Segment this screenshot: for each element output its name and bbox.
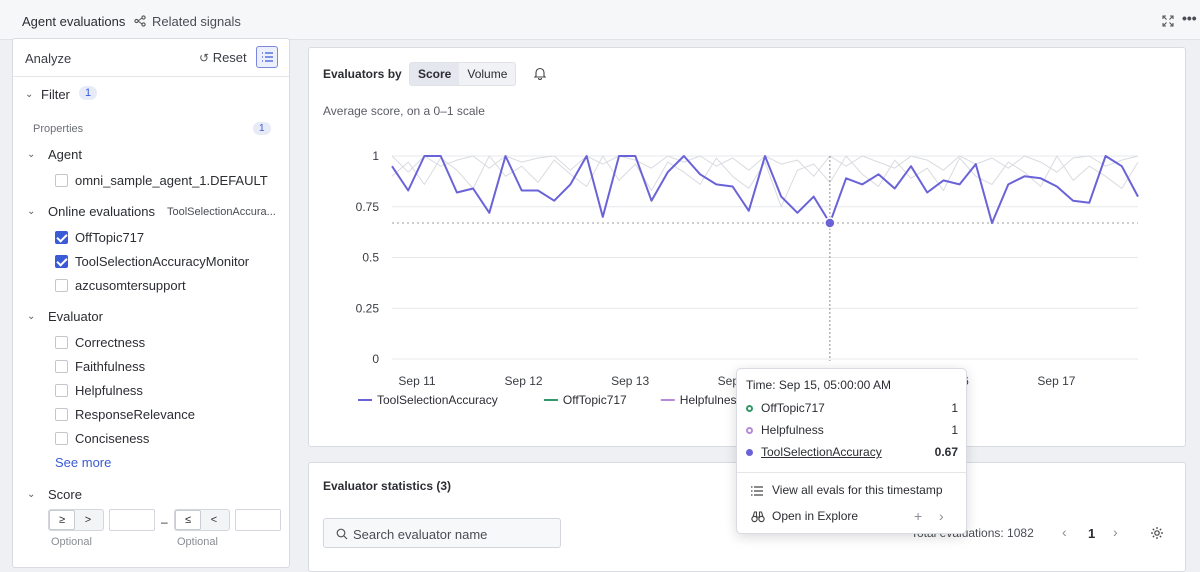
binoculars-icon — [751, 511, 765, 523]
page-number[interactable]: 1 — [1088, 526, 1095, 541]
open-in-explore-label: Open in Explore — [772, 509, 859, 523]
tooltip-series-name: OffTopic717 — [761, 401, 825, 415]
reset-icon: ↺ — [199, 51, 210, 65]
score-toggle[interactable]: Score — [410, 63, 460, 85]
agent-option-label[interactable]: omni_sample_agent_1.DEFAULT — [75, 173, 268, 188]
tab-agent-evaluations[interactable]: Agent evaluations — [22, 14, 125, 29]
tooltip-row: Helpfulness 1 — [746, 423, 958, 441]
properties-label: Properties — [33, 123, 84, 135]
max-operator-toggle[interactable]: ≤ < — [174, 509, 230, 531]
online-evaluations-summary: ToolSelectionAccura... — [167, 206, 276, 218]
prev-page-button[interactable]: ‹ — [1062, 524, 1067, 540]
chevron-down-icon[interactable]: ⌄ — [27, 206, 35, 217]
online-evaluations-label[interactable]: Online evaluations — [48, 204, 155, 219]
tooltip-divider — [737, 472, 966, 473]
list-icon — [262, 52, 273, 62]
stats-title: Evaluator statistics (3) — [323, 479, 452, 493]
open-in-explore-action[interactable]: Open in Explore + › — [751, 508, 961, 527]
online-eval-option-label[interactable]: azcusomtersupport — [75, 278, 186, 293]
evaluator-checkbox[interactable] — [55, 408, 68, 421]
top-bar: Agent evaluations Related signals ••• — [0, 0, 1200, 40]
min-op-gt[interactable]: > — [75, 510, 101, 530]
offtopic-checkbox[interactable] — [55, 231, 68, 244]
tab-related-signals[interactable]: Related signals — [152, 14, 241, 29]
next-page-button[interactable]: › — [1113, 524, 1118, 540]
agent-option-checkbox[interactable] — [55, 174, 68, 187]
min-optional-hint: Optional — [51, 536, 92, 548]
reset-label: Reset — [212, 50, 247, 65]
evaluator-checkbox[interactable] — [55, 432, 68, 445]
see-more-link[interactable]: See more — [55, 455, 111, 470]
tooltip-series-value: 1 — [951, 423, 958, 437]
toolselection-checkbox[interactable] — [55, 255, 68, 268]
expand-icon[interactable] — [1162, 15, 1174, 27]
more-options-icon[interactable]: ••• — [1182, 11, 1197, 25]
max-op-lte[interactable]: ≤ — [175, 510, 201, 530]
filter-label[interactable]: Filter — [41, 87, 70, 102]
evaluator-checkbox[interactable] — [55, 384, 68, 397]
score-volume-toggle[interactable]: Score Volume — [409, 62, 517, 86]
chevron-right-icon[interactable]: › — [939, 508, 944, 524]
chevron-down-icon[interactable]: ⌄ — [27, 489, 35, 500]
evaluator-checkbox[interactable] — [55, 360, 68, 373]
evaluator-option-label[interactable]: ResponseRelevance — [75, 407, 195, 422]
chart-panel-title: Evaluators by — [323, 67, 402, 81]
tooltip-series-value: 0.67 — [934, 445, 958, 459]
max-op-lt[interactable]: < — [201, 510, 227, 530]
series-dot-icon — [746, 405, 753, 412]
min-operator-toggle[interactable]: ≥ > — [48, 509, 104, 531]
tooltip-row: ToolSelectionAccuracy 0.67 — [746, 445, 958, 463]
chevron-down-icon[interactable]: ⌄ — [27, 149, 35, 160]
chart-subtitle: Average score, on a 0–1 scale — [323, 104, 485, 118]
online-eval-option-label[interactable]: ToolSelectionAccuracyMonitor — [75, 254, 249, 269]
chevron-down-icon[interactable]: ⌄ — [25, 89, 33, 100]
series-dot-icon — [746, 427, 753, 434]
tooltip-row: OffTopic717 1 — [746, 401, 958, 419]
list-view-button[interactable] — [256, 46, 278, 68]
max-optional-hint: Optional — [177, 536, 218, 548]
search-icon — [336, 528, 348, 540]
tooltip-series-name: Helpfulness — [761, 423, 824, 437]
list-icon — [751, 486, 763, 496]
evaluator-checkbox[interactable] — [55, 336, 68, 349]
bell-icon[interactable] — [533, 66, 547, 80]
view-all-evals-action[interactable]: View all evals for this timestamp — [751, 483, 961, 501]
online-eval-option-label[interactable]: OffTopic717 — [75, 230, 144, 245]
evaluator-option-label[interactable]: Helpfulness — [75, 383, 143, 398]
search-placeholder: Search evaluator name — [353, 527, 488, 542]
search-evaluator-input[interactable]: Search evaluator name — [323, 518, 561, 548]
evaluator-option-label[interactable]: Conciseness — [75, 431, 149, 446]
chart-tooltip: Time: Sep 15, 05:00:00 AM OffTopic717 1 … — [736, 368, 967, 534]
azcusomtersupport-checkbox[interactable] — [55, 279, 68, 292]
volume-toggle[interactable]: Volume — [459, 63, 515, 85]
settings-gear-icon[interactable] — [1150, 526, 1164, 540]
score-max-input[interactable] — [235, 509, 281, 531]
range-separator: – — [161, 515, 168, 529]
related-signals-icon — [134, 15, 146, 27]
agent-section-label[interactable]: Agent — [48, 147, 82, 162]
score-section-label[interactable]: Score — [48, 487, 82, 502]
plus-icon[interactable]: + — [914, 508, 922, 524]
reset-button[interactable]: ↺ Reset — [199, 50, 247, 65]
tooltip-series-value: 1 — [951, 401, 958, 415]
min-op-gte[interactable]: ≥ — [49, 510, 75, 530]
sidebar-header: Analyze ↺ Reset — [13, 39, 289, 77]
chevron-down-icon[interactable]: ⌄ — [27, 311, 35, 322]
properties-count-badge: 1 — [253, 122, 271, 135]
score-min-input[interactable] — [109, 509, 155, 531]
evaluator-section-label[interactable]: Evaluator — [48, 309, 103, 324]
view-all-evals-label: View all evals for this timestamp — [772, 483, 943, 497]
evaluator-option-label[interactable]: Faithfulness — [75, 359, 145, 374]
evaluator-option-label[interactable]: Correctness — [75, 335, 145, 350]
series-dot-icon — [746, 449, 753, 456]
tooltip-series-name[interactable]: ToolSelectionAccuracy — [761, 445, 882, 459]
filter-count-badge: 1 — [79, 86, 98, 100]
tooltip-time: Time: Sep 15, 05:00:00 AM — [746, 378, 891, 392]
analyze-sidebar: Analyze ↺ Reset ⌄ Filter 1 Properties 1 … — [12, 38, 290, 568]
sidebar-title: Analyze — [25, 51, 72, 66]
